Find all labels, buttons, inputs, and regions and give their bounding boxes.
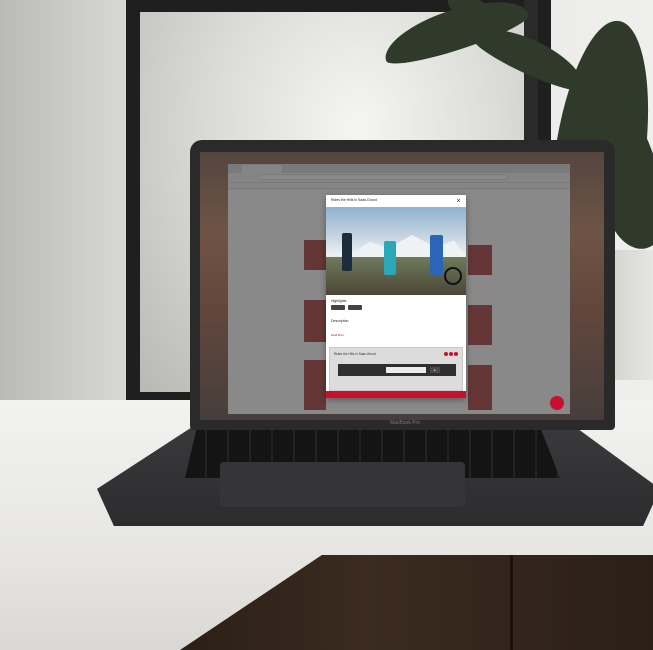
close-icon[interactable]: × <box>454 197 463 206</box>
laptop-screen: Rides the Hills in Saas-Grund × Highligh… <box>200 152 604 420</box>
book-now-button[interactable] <box>326 391 466 398</box>
status-dot <box>449 352 453 356</box>
laptop-brand-label: MacBook Pro <box>389 420 420 426</box>
status-dot <box>454 352 458 356</box>
read-more-link[interactable]: Read More <box>331 334 344 337</box>
mountain-peak <box>346 235 466 257</box>
modal-title: Rides the Hills in Saas-Grund <box>331 198 377 202</box>
chat-icon[interactable] <box>550 396 564 410</box>
status-dot <box>444 352 448 356</box>
description-heading: Description <box>331 319 349 323</box>
bike-wheel <box>444 267 462 285</box>
cyclist <box>430 235 443 275</box>
cyclist <box>342 233 352 271</box>
embed-player[interactable]: ▸ <box>338 364 456 376</box>
highlight-chip <box>348 305 362 310</box>
trackpad <box>220 462 465 507</box>
highlight-chip <box>331 305 345 310</box>
embed-title: Rides the Hills in Saas-Grund <box>334 352 376 356</box>
tour-modal: Rides the Hills in Saas-Grund × Highligh… <box>326 195 466 398</box>
play-icon[interactable]: ▸ <box>430 367 440 373</box>
embedded-widget: Rides the Hills in Saas-Grund ▸ <box>329 347 463 391</box>
modal-hero-image <box>326 207 466 295</box>
player-input[interactable] <box>386 367 426 373</box>
cyclist <box>384 241 396 275</box>
cabinet-seam <box>510 555 513 650</box>
highlights-heading: Highlights <box>331 299 347 303</box>
